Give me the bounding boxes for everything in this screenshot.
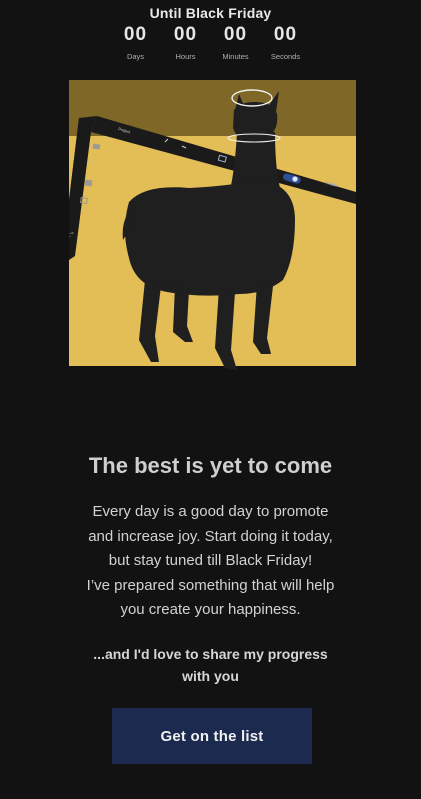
get-on-the-list-button[interactable]: Get on the list: [112, 708, 312, 764]
countdown-minutes: 00 Minutes: [211, 24, 261, 61]
countdown-days-value: 00: [123, 24, 148, 45]
countdown-hours: 00 Hours: [161, 24, 211, 61]
countdown-minutes-value: 00: [223, 24, 248, 45]
countdown-hours-value: 00: [173, 24, 198, 45]
countdown-days-label: Days: [126, 52, 145, 61]
countdown-seconds-label: Seconds: [270, 52, 301, 61]
countdown-seconds: 00 Seconds: [261, 24, 311, 61]
countdown-timer: 00 Days 00 Hours 00 Minutes 00 Seconds: [0, 24, 421, 61]
countdown-hours-label: Hours: [175, 52, 196, 61]
body-line: and increase joy. Start doing it today,: [88, 527, 333, 545]
svg-text::°: :°: [69, 231, 74, 239]
body-line: Every day is a good day to promote: [92, 503, 329, 520]
page-headline: The best is yet to come: [88, 453, 333, 478]
subtext-line: with you: [182, 668, 239, 684]
subtext-line: ...and I'd love to share my progress: [93, 646, 328, 662]
body-line: but stay tuned till Black Friday!: [108, 552, 313, 569]
hero-image: T :° Project Main: [69, 80, 356, 370]
countdown-title: Until Black Friday: [149, 5, 272, 21]
body-line: I’ve prepared something that will help: [86, 576, 335, 594]
countdown-seconds-value: 00: [273, 24, 298, 45]
llama-illustration: T :° Project Main: [69, 80, 356, 370]
countdown-days: 00 Days: [111, 24, 161, 61]
body-paragraph: Every day is a good day to promote and i…: [60, 500, 361, 623]
share-progress-text: ...and I'd love to share my progress wit…: [60, 643, 361, 687]
body-line: you create your happiness.: [120, 601, 301, 618]
countdown-minutes-label: Minutes: [222, 52, 249, 61]
svg-text:T: T: [89, 160, 94, 169]
